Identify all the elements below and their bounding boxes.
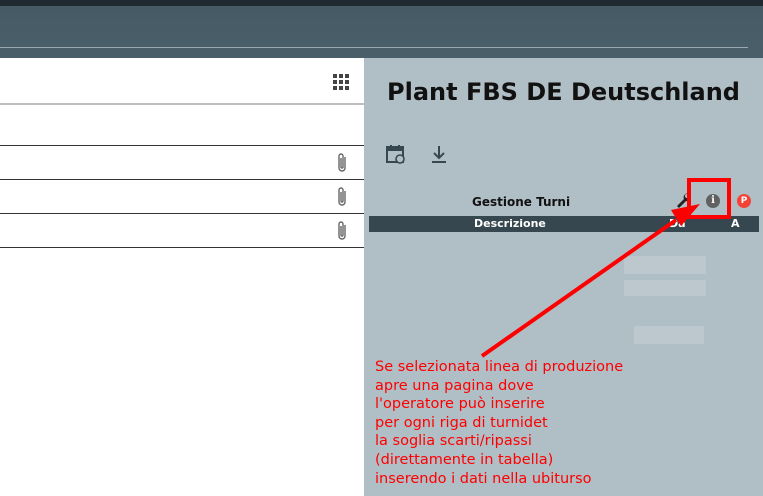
annotation-text: Se selezionata linea di produzione apre … xyxy=(375,359,624,487)
topbar-divider xyxy=(0,47,748,48)
calendar-refresh-icon[interactable] xyxy=(385,143,407,165)
list-item[interactable] xyxy=(0,214,364,248)
list-item[interactable] xyxy=(0,146,364,180)
paperclip-icon[interactable] xyxy=(334,151,350,175)
ghost-field xyxy=(624,256,706,274)
paperclip-icon[interactable] xyxy=(334,185,350,209)
list-item[interactable] xyxy=(0,180,364,214)
column-header-descrizione[interactable]: Descrizione xyxy=(474,216,546,232)
ghost-field xyxy=(634,326,704,344)
apps-grid-icon[interactable] xyxy=(333,74,349,90)
left-panel-header xyxy=(0,58,364,105)
column-header-da[interactable]: Da xyxy=(669,216,686,232)
ghost-field xyxy=(624,280,706,296)
download-icon[interactable] xyxy=(428,143,450,165)
highlight-box xyxy=(687,178,731,219)
left-panel xyxy=(0,58,364,496)
column-header-a[interactable]: A xyxy=(731,216,740,232)
paperclip-icon[interactable] xyxy=(334,219,350,243)
top-bar xyxy=(0,0,763,58)
section-title: Gestione Turni xyxy=(472,195,571,209)
p-icon[interactable]: P xyxy=(737,194,751,208)
row-divider xyxy=(0,145,364,146)
page-title: Plant FBS DE Deutschland xyxy=(387,78,740,106)
